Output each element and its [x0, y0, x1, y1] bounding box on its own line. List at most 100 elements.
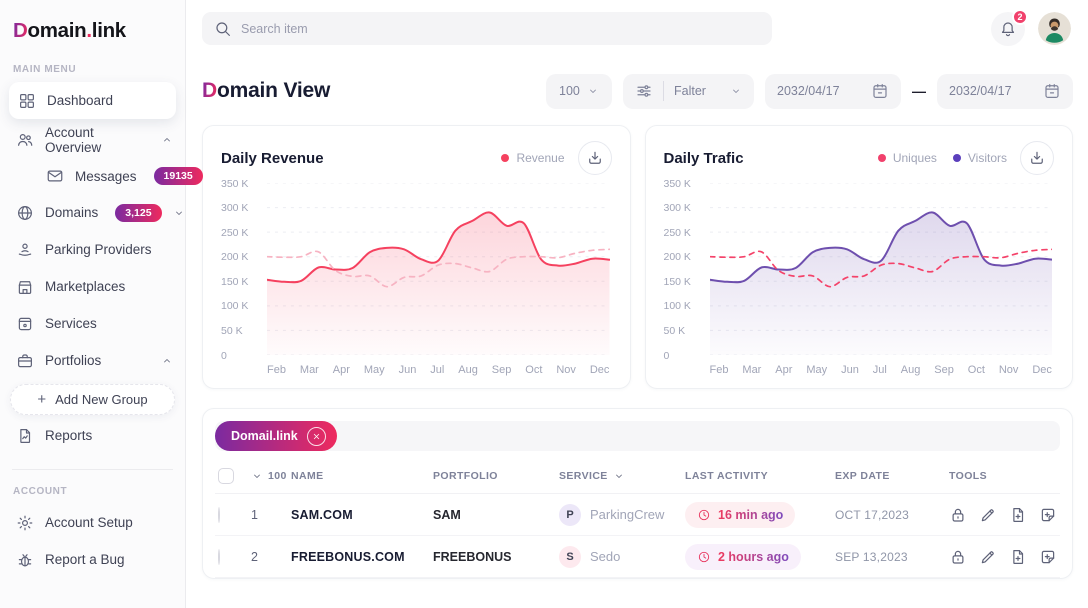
- x-axis-tick: Sep: [934, 364, 954, 376]
- y-axis-tick: 250 K: [221, 227, 248, 239]
- sidebar-item-label: Parking Providers: [45, 242, 152, 257]
- clock-icon: [697, 508, 711, 522]
- store-icon: [16, 278, 34, 296]
- file-plus-icon[interactable]: [1009, 506, 1027, 524]
- sidebar-item-services[interactable]: Services: [0, 305, 185, 342]
- service-initial-badge: S: [559, 546, 581, 568]
- header-controls: 100 Falter 2032/04/17: [546, 74, 1073, 109]
- sidebar-item-portfolios[interactable]: Portfolios: [0, 342, 185, 379]
- globe-icon: [16, 204, 34, 222]
- sidebar-item-domains[interactable]: Domains3,125: [0, 194, 185, 231]
- clock-icon: [697, 550, 711, 564]
- page-title-gradient-letter: D: [202, 79, 217, 102]
- y-axis-tick: 150 K: [221, 276, 248, 288]
- chevron-down-icon: [730, 85, 742, 97]
- chart-legend: Revenue: [501, 151, 564, 165]
- y-axis-tick: 100 K: [664, 300, 691, 312]
- brand-suffix: link: [92, 19, 126, 43]
- x-axis-tick: Mar: [300, 364, 319, 376]
- y-axis-tick: 50 K: [664, 325, 686, 337]
- filter-dropdown[interactable]: Falter: [623, 74, 754, 109]
- date-range-dash: —: [912, 83, 926, 99]
- main-menu-label: MAIN MENU: [13, 64, 185, 75]
- chevron-down-icon[interactable]: [251, 470, 263, 482]
- note-plus-icon[interactable]: [1039, 506, 1057, 524]
- column-header-last-activity: LAST ACTIVITY: [685, 470, 835, 482]
- x-axis-tick: Apr: [775, 364, 792, 376]
- page-header: Domain View 100 Falter: [202, 71, 1073, 111]
- sidebar-item-add-new-group[interactable]: +Add New Group: [10, 384, 175, 415]
- column-header-portfolio: PORTFOLIO: [433, 470, 559, 482]
- notifications-button[interactable]: 2: [991, 12, 1025, 46]
- lock-icon[interactable]: [949, 506, 967, 524]
- chart-legend: UniquesVisitors: [878, 151, 1007, 165]
- legend-dot: [953, 154, 961, 162]
- service-cell: PParkingCrew: [559, 504, 685, 526]
- y-axis-tick: 200 K: [664, 251, 691, 263]
- download-chart-button[interactable]: [578, 141, 612, 175]
- select-all-checkbox[interactable]: [218, 468, 234, 484]
- chart-plot: 350 K300 K250 K200 K150 K100 K50 K0: [221, 183, 612, 355]
- x-axis-tick: Sep: [492, 364, 512, 376]
- note-plus-icon[interactable]: [1039, 548, 1057, 566]
- last-activity-text: 2 hours ago: [718, 550, 789, 564]
- brand-word: omain: [28, 19, 87, 43]
- legend-item: Revenue: [501, 151, 564, 165]
- lock-icon[interactable]: [949, 548, 967, 566]
- sidebar-item-account-setup[interactable]: Account Setup: [0, 504, 185, 541]
- search-input[interactable]: [241, 22, 760, 36]
- download-icon: [1028, 149, 1046, 167]
- sidebar-item-label: Account Overview: [45, 125, 150, 155]
- topbar: 2: [186, 0, 1088, 57]
- edit-icon[interactable]: [979, 506, 997, 524]
- row-checkbox[interactable]: [218, 507, 220, 523]
- search-icon: [214, 20, 232, 38]
- x-axis-tick: Feb: [267, 364, 286, 376]
- calendar-icon: [1043, 82, 1061, 100]
- column-header-label: NAME: [291, 470, 324, 482]
- sidebar-item-messages[interactable]: Messages19135: [0, 158, 185, 194]
- download-chart-button[interactable]: [1020, 141, 1054, 175]
- x-axis-tick: Oct: [968, 364, 985, 376]
- chevron-up-icon: [161, 355, 173, 367]
- brand-logo: Domain.link: [0, 14, 185, 48]
- page-size-select[interactable]: 100: [546, 74, 612, 109]
- sidebar-item-reports[interactable]: Reports: [0, 417, 185, 454]
- table-row: 2FREEBONUS.COMFREEBONUSSSedo2 hours agoS…: [215, 536, 1060, 578]
- row-number: 2: [251, 550, 291, 564]
- sidebar-item-parking-providers[interactable]: Parking Providers: [0, 231, 185, 268]
- last-activity-cell: 2 hours ago: [685, 544, 835, 570]
- notification-count-badge: 2: [1012, 9, 1028, 25]
- app-root: Domain.link MAIN MENU Dashboard Account O…: [0, 0, 1088, 608]
- date-from-picker[interactable]: 2032/04/17: [765, 74, 901, 109]
- y-axis-tick: 100 K: [221, 300, 248, 312]
- x-axis-tick: May: [806, 364, 827, 376]
- user-avatar[interactable]: [1038, 12, 1071, 45]
- remove-filter-tag-button[interactable]: [307, 427, 326, 446]
- column-header-tools: TOOLS: [949, 470, 1060, 482]
- service-cell: S Sedo: [559, 546, 685, 568]
- table-header-row: 100 NAMEPORTFOLIOSERVICELAST ACTIVITYEXP…: [215, 458, 1060, 494]
- legend-label: Visitors: [968, 151, 1007, 165]
- row-checkbox[interactable]: [218, 549, 220, 565]
- y-axis-tick: 150 K: [664, 276, 691, 288]
- exp-date-cell: SEP 13,2023: [835, 550, 949, 564]
- y-axis-tick: 300 K: [664, 202, 691, 214]
- domains-table-card: Domail.link 100 NAMEPORTFOLIOSERVICELAST…: [202, 408, 1073, 579]
- edit-icon[interactable]: [979, 548, 997, 566]
- page-title-rest: omain View: [217, 79, 330, 102]
- table-row: 1SAM.COMSAMPParkingCrew16 min agoOCT 17,…: [215, 494, 1060, 536]
- sidebar-item-dashboard[interactable]: Dashboard: [9, 82, 176, 119]
- service-name: Sedo: [590, 549, 620, 564]
- chart-title: Daily Revenue: [221, 150, 324, 167]
- x-axis-tick: Aug: [901, 364, 921, 376]
- sidebar-item-marketplaces[interactable]: Marketplaces: [0, 268, 185, 305]
- date-to-picker[interactable]: 2032/04/17: [937, 74, 1073, 109]
- x-axis-tick: Jun: [841, 364, 859, 376]
- column-header-service[interactable]: SERVICE: [559, 470, 685, 482]
- sidebar-item-report-a-bug[interactable]: Report a Bug: [0, 541, 185, 578]
- filter-label: Falter: [674, 84, 706, 98]
- service-name: ParkingCrew: [590, 507, 664, 522]
- sidebar-item-account-overview[interactable]: Account Overview: [0, 121, 185, 158]
- file-plus-icon[interactable]: [1009, 548, 1027, 566]
